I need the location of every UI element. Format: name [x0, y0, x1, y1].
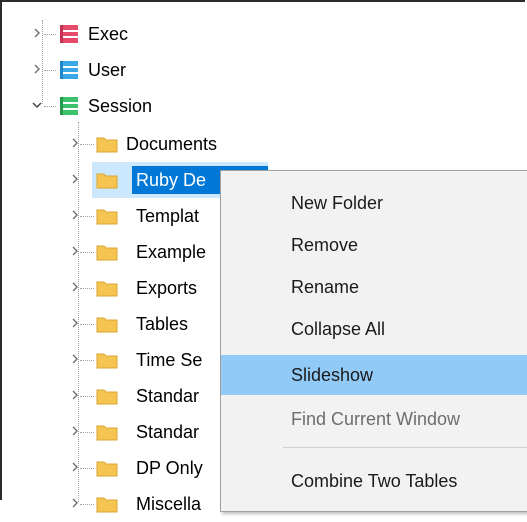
tree-node-documents[interactable]: Documents: [2, 126, 302, 162]
tree-node-session[interactable]: Session: [2, 88, 202, 124]
chevron-right-icon[interactable]: [32, 64, 42, 74]
chevron-right-icon[interactable]: [70, 174, 80, 184]
folder-icon: [96, 353, 118, 369]
tree-node-label: Miscella: [136, 494, 202, 514]
tree-node-label: User: [88, 60, 127, 80]
chevron-right-icon[interactable]: [70, 462, 80, 472]
tree-node-label: Tables: [136, 314, 189, 334]
chevron-right-icon[interactable]: [70, 138, 80, 148]
context-menu: New Folder Remove Rename Collapse All Sl…: [220, 170, 527, 512]
menu-separator: [283, 447, 527, 448]
database-icon: [60, 61, 78, 79]
folder-icon: [96, 137, 118, 153]
tree-node-label: Exports: [136, 278, 198, 298]
folder-icon: [96, 317, 118, 333]
folder-icon: [96, 389, 118, 405]
menu-item-combine-two-tables[interactable]: Combine Two Tables: [221, 461, 527, 501]
database-icon: [60, 97, 78, 115]
menu-item-collapse-all[interactable]: Collapse All: [221, 309, 527, 349]
tree-node-label: Templat: [136, 206, 200, 226]
menu-item-new-folder[interactable]: New Folder: [221, 183, 527, 223]
tree-node-label: Session: [88, 96, 153, 116]
tree-node-label: Example: [136, 242, 207, 262]
chevron-right-icon[interactable]: [70, 354, 80, 364]
folder-icon: [96, 281, 118, 297]
folder-icon: [96, 245, 118, 261]
tree-node-label: Time Se: [136, 350, 203, 370]
menu-item-find-current-window: Find Current Window: [291, 409, 461, 429]
menu-item-slideshow[interactable]: Slideshow: [221, 355, 527, 395]
tree-node-label: DP Only: [136, 458, 203, 478]
tree-node-exec[interactable]: Exec: [2, 16, 202, 52]
menu-item-rename[interactable]: Rename: [221, 267, 527, 307]
chevron-down-icon[interactable]: [32, 100, 42, 110]
tree-node-user[interactable]: User: [2, 52, 202, 88]
menu-item-remove[interactable]: Remove: [221, 225, 527, 265]
tree-node-label: Documents: [126, 134, 218, 154]
chevron-right-icon[interactable]: [70, 210, 80, 220]
chevron-right-icon[interactable]: [70, 318, 80, 328]
folder-icon: [96, 497, 118, 513]
chevron-right-icon[interactable]: [70, 246, 80, 256]
chevron-right-icon[interactable]: [70, 390, 80, 400]
tree-node-label: Exec: [88, 24, 129, 44]
chevron-right-icon[interactable]: [70, 282, 80, 292]
database-icon: [60, 25, 78, 43]
tree-node-label: Standar: [136, 386, 200, 406]
folder-icon: [96, 173, 118, 189]
folder-icon: [96, 209, 118, 225]
folder-icon: [96, 425, 118, 441]
chevron-right-icon[interactable]: [70, 426, 80, 436]
chevron-right-icon[interactable]: [32, 28, 42, 38]
tree-node-label: Standar: [136, 422, 200, 442]
folder-icon: [96, 461, 118, 477]
